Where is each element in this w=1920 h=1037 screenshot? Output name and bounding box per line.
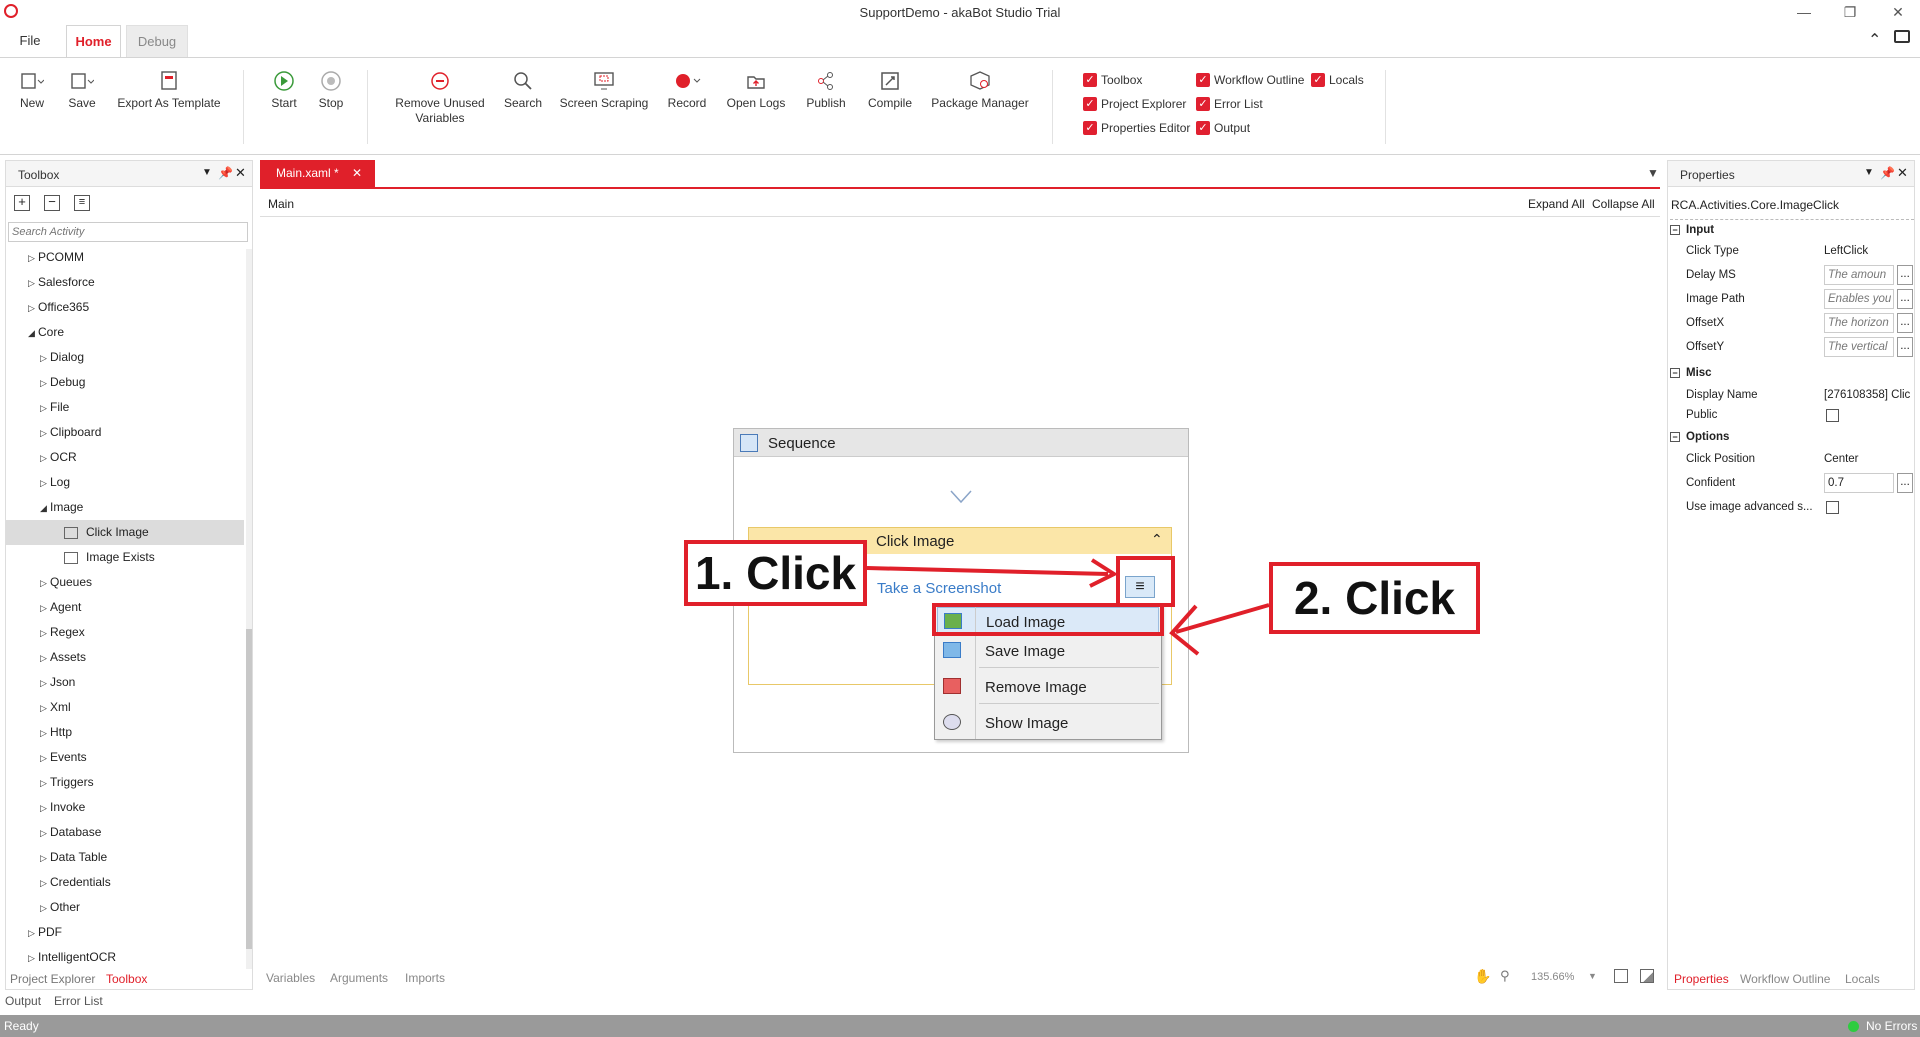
click-position-value[interactable]: Center xyxy=(1824,447,1859,471)
section-options[interactable]: − Options xyxy=(1670,427,1914,447)
collapse-section-icon: − xyxy=(1670,368,1680,378)
status-text: Ready xyxy=(4,1019,39,1033)
hand-tool-icon[interactable]: ✋ xyxy=(1474,968,1491,985)
collapse-section-icon: − xyxy=(1670,432,1680,442)
ellipsis-button[interactable]: ... xyxy=(1897,289,1913,309)
prop-offsety: OffsetY The vertical... xyxy=(1686,335,1914,359)
prop-delay-ms: Delay MS The amoun... xyxy=(1686,263,1914,287)
properties-title: Properties xyxy=(1680,168,1735,182)
ellipsis-button[interactable]: ... xyxy=(1897,337,1913,357)
offsety-input[interactable]: The vertical xyxy=(1824,337,1894,357)
prop-public: Public xyxy=(1686,403,1914,427)
ellipsis-button[interactable]: ... xyxy=(1897,313,1913,333)
dropdown-icon[interactable]: ▼ xyxy=(1864,167,1874,178)
close-icon[interactable]: ✕ xyxy=(1897,165,1908,181)
collapse-section-icon: − xyxy=(1670,225,1680,235)
prop-click-type: Click Type LeftClick xyxy=(1686,239,1914,263)
pin-icon[interactable]: 📌 xyxy=(1880,166,1895,180)
zoom-level[interactable]: 135.66% xyxy=(1531,971,1574,983)
tab-imports[interactable]: Imports xyxy=(405,971,445,985)
delay-ms-input[interactable]: The amoun xyxy=(1824,265,1894,285)
prop-use-image-advanced: Use image advanced s... xyxy=(1686,495,1914,519)
section-input[interactable]: − Input xyxy=(1670,219,1914,239)
tab-workflow-outline[interactable]: Workflow Outline xyxy=(1740,972,1830,986)
public-checkbox[interactable] xyxy=(1826,409,1839,422)
tab-properties[interactable]: Properties xyxy=(1674,972,1729,986)
tab-variables[interactable]: Variables xyxy=(266,971,315,985)
status-ok-icon xyxy=(1848,1021,1859,1032)
section-misc[interactable]: − Misc xyxy=(1670,363,1914,383)
properties-panel: Properties ▼ 📌 ✕ RCA.Activities.Core.Ima… xyxy=(1667,160,1915,990)
annotation-arrows xyxy=(866,558,1270,656)
status-bar: Ready No Errors xyxy=(0,1015,1920,1037)
ellipsis-button[interactable]: ... xyxy=(1897,473,1913,493)
confident-input[interactable]: 0.7 xyxy=(1824,473,1894,493)
tab-locals[interactable]: Locals xyxy=(1845,972,1880,986)
ellipsis-button[interactable]: ... xyxy=(1897,265,1913,285)
offsetx-input[interactable]: The horizon xyxy=(1824,313,1894,333)
click-type-value[interactable]: LeftClick xyxy=(1824,239,1868,263)
tab-arguments[interactable]: Arguments xyxy=(330,971,388,985)
zoom-icon[interactable]: ⚲ xyxy=(1500,968,1510,984)
image-path-input[interactable]: Enables you xyxy=(1824,289,1894,309)
properties-header: Properties ▼ 📌 ✕ xyxy=(1668,161,1914,187)
prop-click-position: Click Position Center xyxy=(1686,447,1914,471)
overview-icon[interactable] xyxy=(1640,969,1654,983)
properties-type-name: RCA.Activities.Core.ImageClick xyxy=(1671,198,1840,212)
prop-confident: Confident 0.7... xyxy=(1686,471,1914,495)
status-errors: No Errors xyxy=(1866,1019,1918,1033)
prop-offsetx: OffsetX The horizon... xyxy=(1686,311,1914,335)
fit-screen-icon[interactable] xyxy=(1614,969,1628,983)
zoom-dropdown-icon[interactable]: ▼ xyxy=(1588,971,1597,981)
prop-image-path: Image Path Enables you... xyxy=(1686,287,1914,311)
use-image-advanced-checkbox[interactable] xyxy=(1826,501,1839,514)
